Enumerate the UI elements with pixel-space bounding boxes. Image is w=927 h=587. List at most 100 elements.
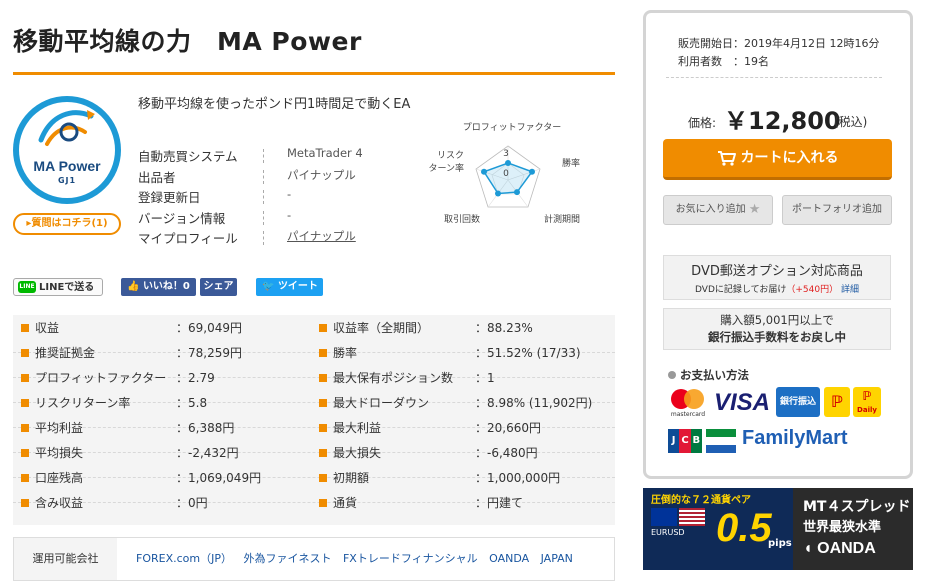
line-share-label: LINEで送る [39,282,95,293]
bullet-square-icon [21,349,29,357]
line-share-button[interactable]: LINE LINEで送る [13,278,103,296]
info-row-version: バージョン情報 - [138,208,378,229]
tweet-button[interactable]: 🐦 ツイート [256,278,323,296]
bank-transfer-logo-icon: 銀行振込 [776,387,820,417]
radar-point-bottom-right [514,189,520,196]
stat-label: リスクリターン率 [35,396,131,410]
stat-value: ：69,049円 [176,321,242,335]
stat-label: 平均損失 [35,446,84,460]
payment-methods-label: お支払い方法 [680,368,749,382]
info-value: - [287,207,292,222]
jcb-letter-c: C [679,429,691,453]
stat-value: ：20,660円 [475,421,541,435]
stat-item: 最大保有ポジション数 ：1 [319,366,609,391]
bullet-square-icon [21,424,29,432]
mastercard-text: mastercard [671,411,705,418]
dvd-note: DVDに記録してお届け [695,285,787,295]
question-button[interactable]: ▸質問はコチラ(1) [13,213,121,235]
stat-value: ：0円 [176,496,208,510]
stat-value: ：-6,480円 [475,446,538,460]
line-icon: LINE [18,281,36,293]
stat-label: 推奨証拠金 [35,346,96,360]
price-tax: (税込) [834,115,868,129]
oanda-ad-banner[interactable]: 圧倒的な７２通貨ペア EURUSD 0.5 pips MT４スプレッド 世界最狭… [643,488,913,570]
sale-start-date: 販売開始日：2019年4月12日 12時16分 [678,37,880,50]
bullet-square-icon [319,424,327,432]
stat-value: ：78,259円 [176,346,242,360]
stats-table: 収益 ：69,049円 推奨証拠金 ：78,259円 プロフィットファクター ：2.7… [13,315,615,525]
daily-logo-icon: ℙ Daily [853,387,881,417]
stat-item: 平均利益 ：6,388円 [21,416,311,441]
product-logo: MA Power GJ1 [13,96,121,208]
oanda-text: OANDA [817,540,876,557]
add-portfolio-button[interactable]: ポートフォリオ追加 [782,195,892,225]
stat-value: ：円建て [475,496,524,510]
facebook-like-button[interactable]: 👍 いいね！0 [121,278,196,296]
purchase-panel: 販売開始日：2019年4月12日 12時16分 利用者数 ：19名 価格: ￥1… [643,10,913,479]
logo-subtext: GJ1 [57,176,77,185]
jcb-letter-j: J [668,429,680,453]
stat-item: 口座残高 ：1,069,049円 [21,466,311,491]
stat-item: 勝率 ：51.52% (17/33) [319,341,609,366]
dvd-detail-link[interactable]: 詳細 [841,285,859,295]
stat-label: 含み収益 [35,496,84,510]
page-title: 移動平均線の力 MA Power [13,27,362,56]
info-value: - [287,187,292,201]
stat-value: ：1,000,000円 [475,471,561,485]
stat-label: 通貨 [333,496,358,510]
info-label: 登録更新日 [138,190,201,205]
info-separator [263,149,264,163]
panel-divider [666,77,882,78]
radar-label-bottom-left: 取引回数 [444,213,480,225]
daily-mark: ℙ [862,389,872,403]
jcb-logo-icon: J C B [668,429,702,453]
profile-link[interactable]: パイナップル [287,228,356,244]
us-flag-icon [679,508,705,526]
info-row-profile: マイプロフィール パイナップル [138,228,378,249]
radar-point-right [529,168,535,175]
bullet-square-icon [319,499,327,507]
radar-label-top: プロフィットファクター [463,122,561,133]
banner-world-text: 世界最狭水準 [803,520,882,535]
radar-chart: プロフィットファクター 勝率 計測期間 取引回数 リスク ターン率 3 0 [428,122,580,225]
bullet-square-icon [319,374,327,382]
stat-item: 最大損失 ：-6,480円 [319,441,609,466]
facebook-like-label: いいね！0 [142,281,190,292]
product-description: 移動平均線を使ったポンド円1時間足で動くEA [138,97,411,112]
broker-label: 運用可能会社 [14,538,117,580]
product-info-table: 自動売買システム MetaTrader 4 出品者 パイナップル 登録更新日 -… [138,146,378,249]
info-separator [263,231,264,245]
info-row-updated: 登録更新日 - [138,187,378,208]
stat-item: 収益率（全期間） ：88.23% [319,316,609,341]
stat-label: 最大ドローダウン [333,396,430,410]
bullet-dot-icon [668,371,676,379]
stat-label: 最大保有ポジション数 [333,371,454,385]
info-label: バージョン情報 [138,210,226,226]
stat-item: 通貨 ：円建て [319,491,609,516]
stat-value: ：51.52% (17/33) [475,346,581,360]
radar-label-left-1: リスク [437,150,464,161]
bank-refund-box: 購入額5,001円以上で 銀行振込手数料をお戻し中 [663,308,891,350]
bullet-square-icon [319,324,327,332]
info-value: MetaTrader 4 [287,146,363,160]
banner-headline: 圧倒的な７２通貨ペア [651,495,751,506]
add-to-cart-button[interactable]: カートに入れる [663,139,892,180]
bullet-square-icon [21,474,29,482]
stat-value: ：5.8 [176,396,208,410]
familymart-stripe [706,437,736,445]
add-favorite-button[interactable]: お気に入り追加 ★ [663,195,773,225]
visa-logo-icon: VISA [714,389,771,416]
info-row-system: 自動売買システム MetaTrader 4 [138,146,378,167]
dvd-option-box: DVD郵送オプション対応商品 DVDに記録してお届け（+540円） 詳細 [663,255,891,300]
add-to-cart-label: カートに入れる [740,150,839,166]
star-icon: ★ [748,202,761,217]
radar-scale-min: 0 [503,169,509,179]
bank-refund-line1: 購入額5,001円以上で [720,313,834,327]
stat-value: ：1,069,049円 [176,471,262,485]
facebook-share-button[interactable]: シェア [200,278,237,296]
title-underline [13,72,615,75]
daily-text: Daily [857,406,877,414]
radar-label-bottom-right: 計測期間 [544,213,580,225]
banner-pips: pips [768,538,792,549]
info-label: 自動売買システム [138,149,238,164]
